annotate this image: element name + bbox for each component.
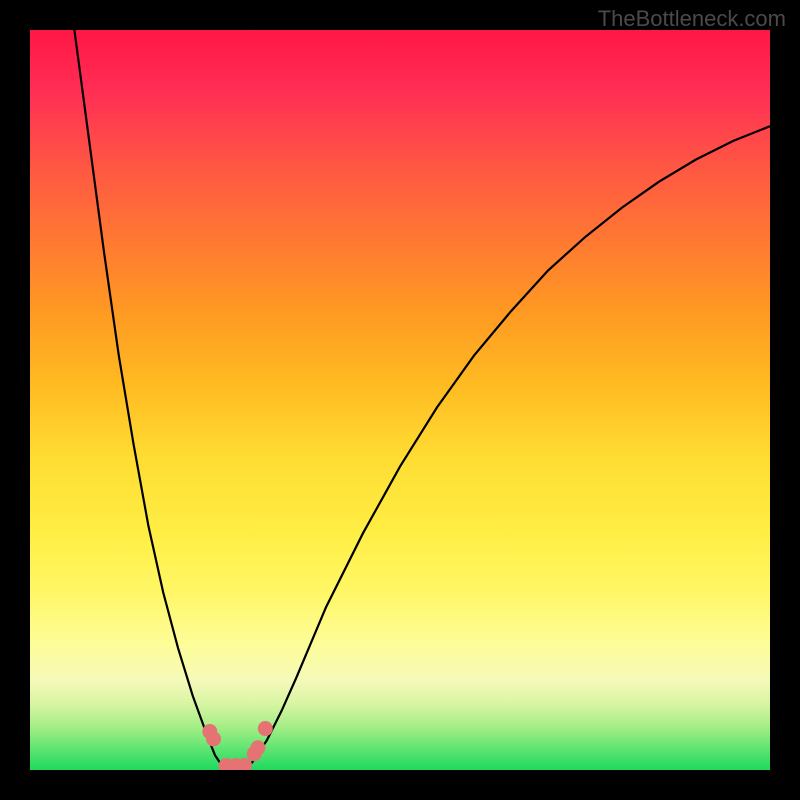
watermark-text: TheBottleneck.com xyxy=(598,6,786,32)
chart-container: TheBottleneck.com xyxy=(0,0,800,800)
plot-area xyxy=(30,30,770,770)
left-curve xyxy=(74,30,237,770)
data-marker xyxy=(250,740,265,755)
curves-svg xyxy=(30,30,770,770)
right-curve xyxy=(237,126,770,770)
data-marker xyxy=(258,721,273,736)
data-marker xyxy=(206,731,221,746)
data-markers xyxy=(202,721,273,770)
